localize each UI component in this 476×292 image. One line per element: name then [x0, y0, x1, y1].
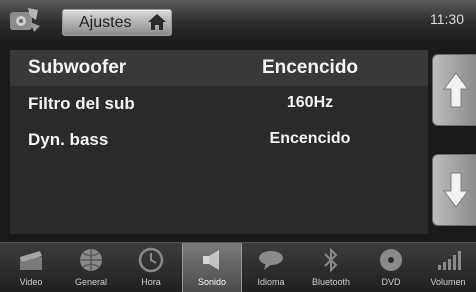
home-icon [148, 14, 166, 30]
tab-dvd[interactable]: DVD [362, 243, 420, 292]
tab-label: Video [19, 277, 43, 287]
volume-bars-icon [438, 251, 461, 270]
setting-value: Encencido [269, 130, 351, 147]
tab-label: Hora [141, 277, 161, 287]
setting-label: Filtro del sub [28, 94, 135, 113]
clock: 11:30 [430, 11, 464, 27]
bottom-toolbar: Video General Hora Sonido Idioma Bluetoo… [0, 242, 476, 292]
globe-icon [80, 249, 102, 271]
tab-video[interactable]: Video [2, 243, 60, 292]
tab-general[interactable]: General [62, 243, 120, 292]
speaker-icon [203, 250, 219, 270]
title-button[interactable]: Ajustes [62, 9, 172, 36]
tab-label: DVD [381, 277, 401, 287]
tab-sonido[interactable]: Sonido [182, 243, 242, 292]
video-clapper-icon [20, 251, 42, 270]
disc-icon [380, 249, 402, 271]
settings-list: Subwoofer Encencido Filtro del sub 160Hz… [10, 50, 428, 234]
setting-row-dyn-bass[interactable]: Dyn. bass Encencido [10, 122, 428, 158]
scroll-down-button[interactable] [432, 154, 476, 226]
tab-label: General [74, 277, 108, 287]
tab-label: Volumen [430, 277, 466, 287]
setting-label: Subwoofer [28, 57, 127, 78]
tab-label: Bluetooth [311, 277, 351, 287]
tab-bluetooth[interactable]: Bluetooth [302, 243, 360, 292]
setting-value: Encencido [261, 57, 359, 78]
tab-label: Sonido [197, 277, 227, 287]
tab-idioma[interactable]: Idioma [242, 243, 300, 292]
bluetooth-icon [324, 247, 338, 273]
page-title: Ajustes [79, 14, 132, 31]
setting-value: 160Hz [286, 94, 334, 111]
settings-app-icon[interactable] [8, 6, 42, 34]
tab-label: Idioma [257, 277, 285, 287]
arrow-down-icon [443, 172, 469, 208]
setting-row-filtro-del-sub[interactable]: Filtro del sub 160Hz [10, 86, 428, 122]
arrow-up-icon [443, 72, 469, 108]
setting-row-subwoofer[interactable]: Subwoofer Encencido [10, 50, 428, 86]
scroll-up-button[interactable] [432, 54, 476, 126]
tab-volumen[interactable]: Volumen [420, 243, 476, 292]
top-bar: Ajustes 11:30 [0, 0, 476, 40]
setting-label: Dyn. bass [28, 130, 109, 149]
clock-icon [138, 247, 164, 273]
tab-hora[interactable]: Hora [122, 243, 180, 292]
speech-bubble-icon [259, 251, 283, 270]
